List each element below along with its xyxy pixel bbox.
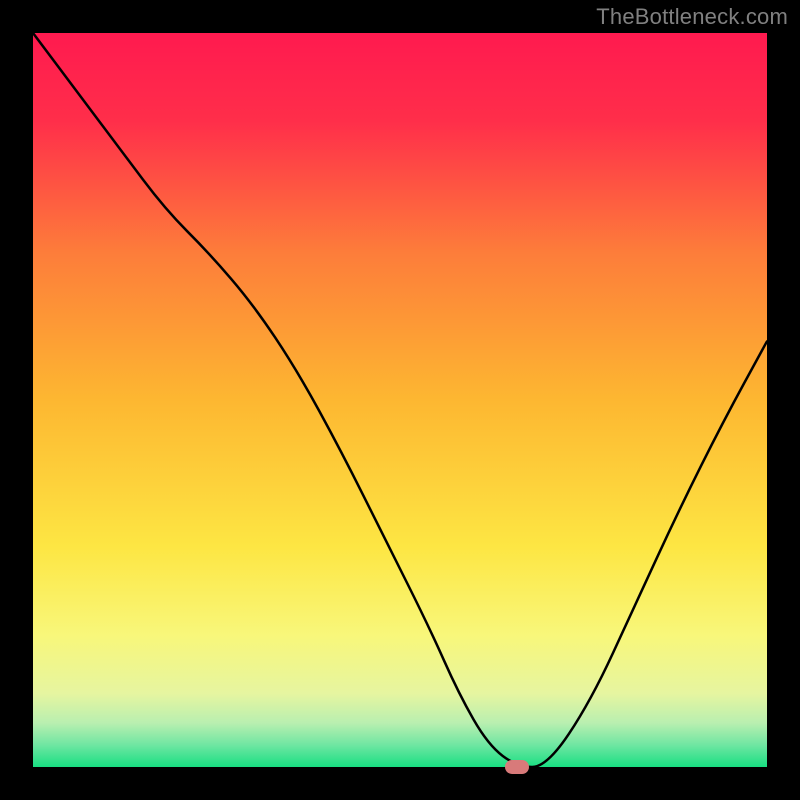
optimal-point-marker xyxy=(505,760,529,774)
plot-area xyxy=(33,33,767,767)
bottleneck-curve xyxy=(33,33,767,767)
chart-frame: TheBottleneck.com xyxy=(0,0,800,800)
watermark-text: TheBottleneck.com xyxy=(596,4,788,30)
